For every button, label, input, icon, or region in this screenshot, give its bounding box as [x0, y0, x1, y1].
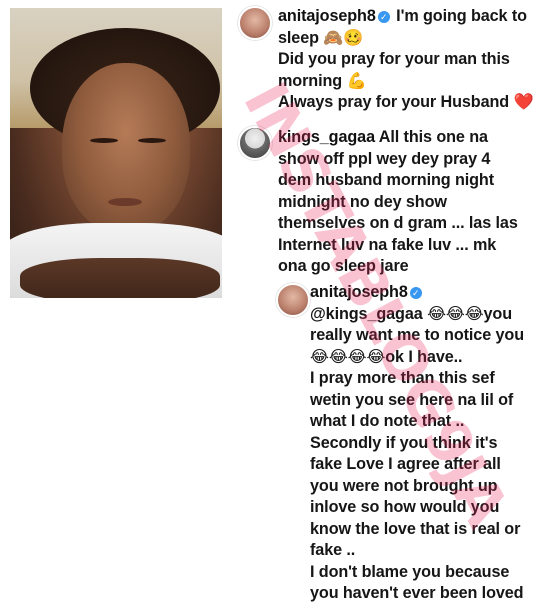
- comment-3-mention[interactable]: @kings_gagaa: [310, 305, 423, 323]
- comment-3-line-1: 😂😂😂you: [427, 304, 512, 323]
- comment-1-line-3: Did you pray for your man this: [278, 50, 510, 68]
- comment-3-username[interactable]: anitajoseph8: [310, 283, 408, 301]
- avatar-kings-gagaa[interactable]: [238, 126, 272, 160]
- comment-3: anitajoseph8 ✓ @kings_gagaa 😂😂😂you really…: [310, 282, 543, 605]
- photo-eye-left: [90, 138, 118, 143]
- verified-badge-icon: ✓: [377, 11, 390, 23]
- comment-2: kings_gagaa All this one na show off ppl…: [278, 127, 543, 278]
- avatar-anitajoseph8-reply[interactable]: [276, 283, 310, 317]
- avatar-anitajoseph8[interactable]: [238, 6, 272, 40]
- post-photo[interactable]: [10, 8, 222, 298]
- comment-2-username[interactable]: kings_gagaa: [278, 128, 375, 146]
- comment-2-line-4: midnight no dey show: [278, 192, 447, 211]
- verified-badge-icon: ✓: [409, 287, 422, 299]
- comment-2-line-7: ona go sleep jare: [278, 257, 409, 275]
- comment-2-line-3: dem husband morning night: [278, 171, 495, 189]
- comment-1-line-4: morning 💪: [278, 71, 367, 90]
- comment-3-line-2: really want me to notice you: [310, 326, 524, 344]
- comment-1-line-2: sleep 🙈🥴: [278, 28, 364, 47]
- comment-3-line-12: fake ..: [310, 541, 356, 559]
- comment-2-line-1: All this one na: [378, 128, 488, 146]
- comment-3-line-8: fake Love I agree after all: [310, 455, 501, 473]
- comment-3-line-6: what I do note that ..: [310, 412, 465, 430]
- comment-3-line-9: you were not brought up: [310, 476, 498, 495]
- comment-3-line-14: you haven't ever been loved: [310, 584, 524, 602]
- comment-2-line-2: show off ppl wey dey pray 4: [278, 149, 491, 168]
- comment-3-line-10: inlove so how would you: [310, 498, 500, 516]
- comment-1-line-1: I'm going back to: [396, 7, 527, 25]
- comment-3-line-13: I don't blame you because: [310, 562, 510, 581]
- comment-3-line-7: Secondly if you think it's: [310, 433, 498, 452]
- comment-2-line-5: themselves on d gram ... las las: [278, 214, 518, 232]
- comment-3-line-3: 😂😂😂😂ok I have..: [310, 347, 463, 366]
- photo-face: [62, 63, 190, 233]
- comment-1-username[interactable]: anitajoseph8: [278, 7, 376, 25]
- photo-mouth: [108, 198, 142, 206]
- photo-hand: [20, 258, 220, 298]
- photo-eye-right: [138, 138, 166, 143]
- comment-1: anitajoseph8 ✓ I'm going back to sleep 🙈🥴…: [278, 6, 543, 114]
- comment-2-line-6: Internet luv na fake luv ... mk: [278, 235, 497, 254]
- comment-1-line-5: Always pray for your Husband ❤️: [278, 93, 534, 111]
- comment-3-line-4: I pray more than this sef: [310, 369, 495, 387]
- comment-3-line-11: know the love that is real or: [310, 519, 521, 538]
- comment-3-line-5: wetin you see here na lil of: [310, 390, 514, 409]
